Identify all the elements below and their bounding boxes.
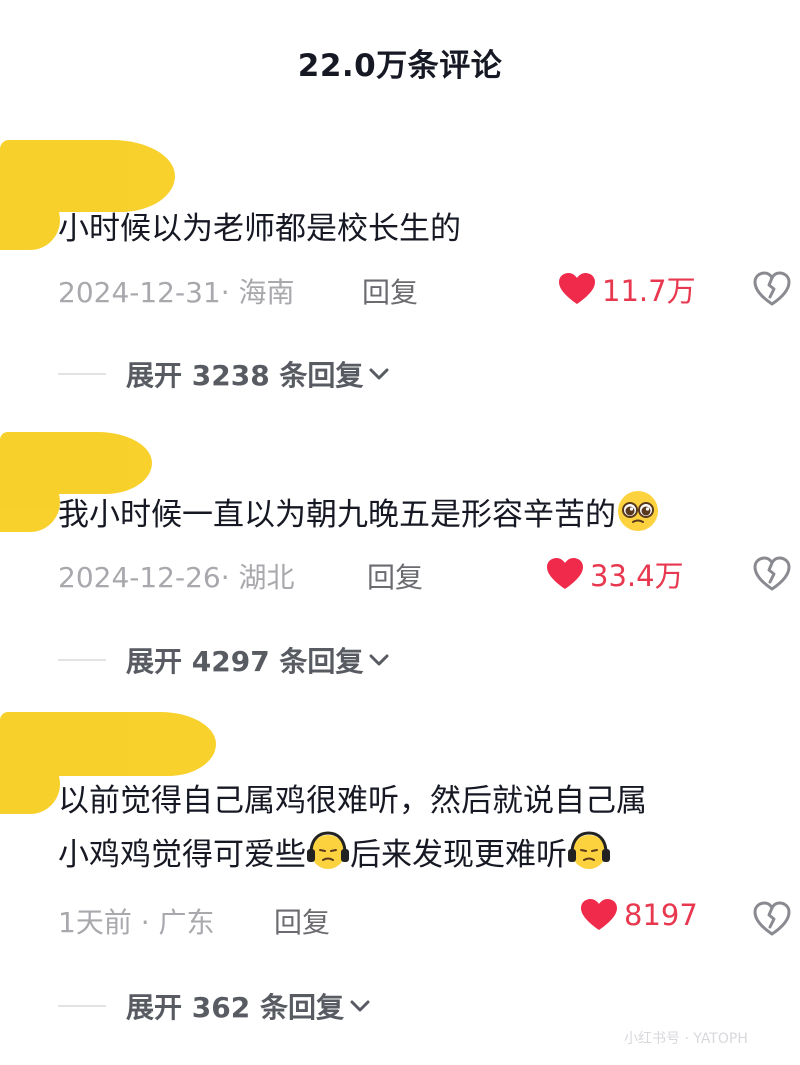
comment-text: 我小时候一直以为朝九晚五是形容辛苦的 xyxy=(58,488,778,542)
expand-replies-button[interactable]: 展开 362 条回复 xyxy=(58,986,372,1026)
avatar-redaction xyxy=(0,432,152,532)
reply-button[interactable]: 回复 xyxy=(362,271,418,311)
divider xyxy=(58,373,106,375)
comment-text-line: 小鸡鸡觉得可爱些 后来发现更难听 xyxy=(58,828,778,882)
headphones-face-emoji xyxy=(307,831,349,869)
comment-text-line: 以前觉得自己属鸡很难听，然后就说自己属 xyxy=(58,783,647,819)
headphones-face-emoji xyxy=(568,831,610,869)
like-button[interactable]: 33.4万 xyxy=(546,553,684,595)
chevron-down-icon xyxy=(369,654,389,666)
chevron-down-icon xyxy=(350,1000,370,1012)
like-count: 33.4万 xyxy=(590,559,684,593)
comment-text-segment: 后来发现更难听 xyxy=(350,837,567,873)
like-button[interactable]: 11.7万 xyxy=(558,268,696,310)
comment-meta: 2024-12-31· 海南 xyxy=(58,276,295,309)
comment-text-content: 我小时候一直以为朝九晚五是形容辛苦的 xyxy=(58,497,616,533)
heart-icon xyxy=(581,899,617,930)
reply-button[interactable]: 回复 xyxy=(367,556,423,596)
heart-icon xyxy=(547,558,583,589)
comment-meta: 2024-12-26· 湖北 xyxy=(58,561,295,594)
broken-heart-icon[interactable] xyxy=(752,555,792,593)
comment-text-segment: 小鸡鸡觉得可爱些 xyxy=(58,837,306,873)
like-count: 8197 xyxy=(624,898,698,932)
comment-text: 以前觉得自己属鸡很难听，然后就说自己属 小鸡鸡觉得可爱些 后来发现更难听 xyxy=(58,774,778,882)
comments-count-title: 22.0万条评论 xyxy=(297,48,503,84)
comment-meta: 1天前 · 广东 xyxy=(58,906,215,939)
expand-replies-label: 展开 4297 条回复 xyxy=(126,645,364,678)
expand-replies-label: 展开 362 条回复 xyxy=(126,991,344,1024)
divider xyxy=(58,659,106,661)
expand-replies-button[interactable]: 展开 3238 条回复 xyxy=(58,354,391,394)
expand-replies-label: 展开 3238 条回复 xyxy=(126,359,364,392)
chevron-down-icon xyxy=(369,368,389,380)
comment-text: 小时候以为老师都是校长生的 xyxy=(58,211,461,247)
reply-button[interactable]: 回复 xyxy=(274,901,330,941)
watermark: 小红书号 · YATOPH xyxy=(624,1031,748,1047)
like-count: 11.7万 xyxy=(602,274,696,308)
broken-heart-icon[interactable] xyxy=(752,900,792,938)
avatar-redaction xyxy=(0,712,216,814)
expand-replies-button[interactable]: 展开 4297 条回复 xyxy=(58,640,391,680)
pleading-face-emoji xyxy=(618,491,658,531)
broken-heart-icon[interactable] xyxy=(752,270,792,308)
heart-icon xyxy=(559,273,595,304)
divider xyxy=(58,1005,106,1007)
like-button[interactable]: 8197 xyxy=(580,898,698,932)
